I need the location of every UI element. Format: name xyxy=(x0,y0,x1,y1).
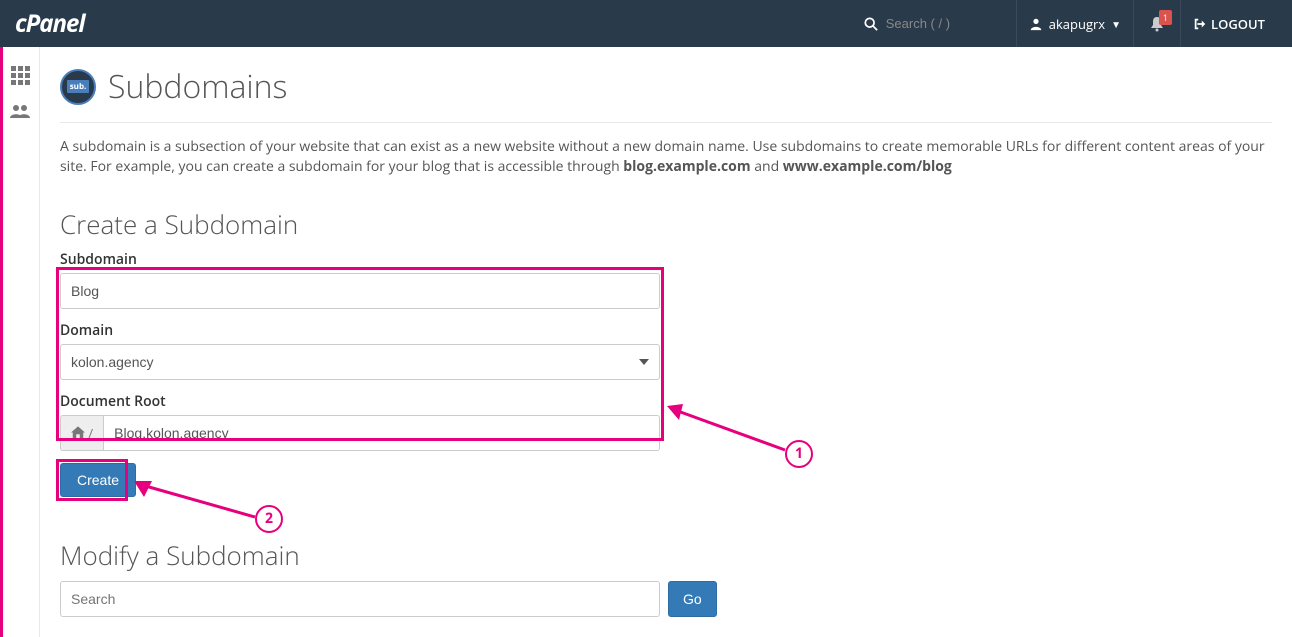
logout-button[interactable]: LOGOUT xyxy=(1180,0,1277,47)
cpanel-logo: cPanel xyxy=(15,7,84,40)
user-menu[interactable]: akapugrx ▼ xyxy=(1016,0,1133,47)
modify-search-input[interactable] xyxy=(60,581,660,617)
modify-section-title: Modify a Subdomain xyxy=(60,537,1272,573)
logout-label: LOGOUT xyxy=(1211,15,1265,33)
left-sidebar xyxy=(0,47,40,637)
docroot-input[interactable] xyxy=(103,415,660,451)
notification-badge: 1 xyxy=(1159,10,1172,25)
domain-label: Domain xyxy=(60,321,660,340)
notifications-button[interactable]: 1 xyxy=(1133,0,1180,47)
subdomains-icon: sub. xyxy=(60,69,96,105)
page-description: A subdomain is a subsection of your webs… xyxy=(60,123,1272,182)
annotation-arrow-2 xyxy=(130,477,260,527)
docroot-label: Document Root xyxy=(60,392,660,411)
global-search[interactable] xyxy=(864,16,996,31)
user-icon xyxy=(1029,17,1043,31)
page-header: sub. Subdomains xyxy=(60,47,1272,123)
annotation-callout-2: 2 xyxy=(255,505,283,533)
page-title: Subdomains xyxy=(108,65,287,108)
go-button[interactable]: Go xyxy=(668,581,717,617)
create-section-title: Create a Subdomain xyxy=(60,206,1272,242)
global-search-input[interactable] xyxy=(886,16,996,31)
sidebar-apps-icon[interactable] xyxy=(0,57,40,93)
subdomain-label: Subdomain xyxy=(60,250,660,269)
main-content: sub. Subdomains A subdomain is a subsect… xyxy=(40,47,1292,637)
top-navbar: cPanel akapugrx ▼ 1 LOGOUT xyxy=(0,0,1292,47)
create-button[interactable]: Create xyxy=(60,463,136,497)
search-icon xyxy=(864,17,878,31)
subdomain-input[interactable] xyxy=(60,273,660,309)
sidebar-users-icon[interactable] xyxy=(0,93,40,129)
annotation-edge xyxy=(0,47,3,637)
annotation-arrow-1 xyxy=(665,400,795,460)
logout-icon xyxy=(1193,17,1207,31)
caret-down-icon: ▼ xyxy=(1111,17,1121,31)
domain-select[interactable]: kolon.agency xyxy=(60,344,660,380)
home-icon: / xyxy=(60,415,103,451)
username-label: akapugrx xyxy=(1049,15,1105,33)
